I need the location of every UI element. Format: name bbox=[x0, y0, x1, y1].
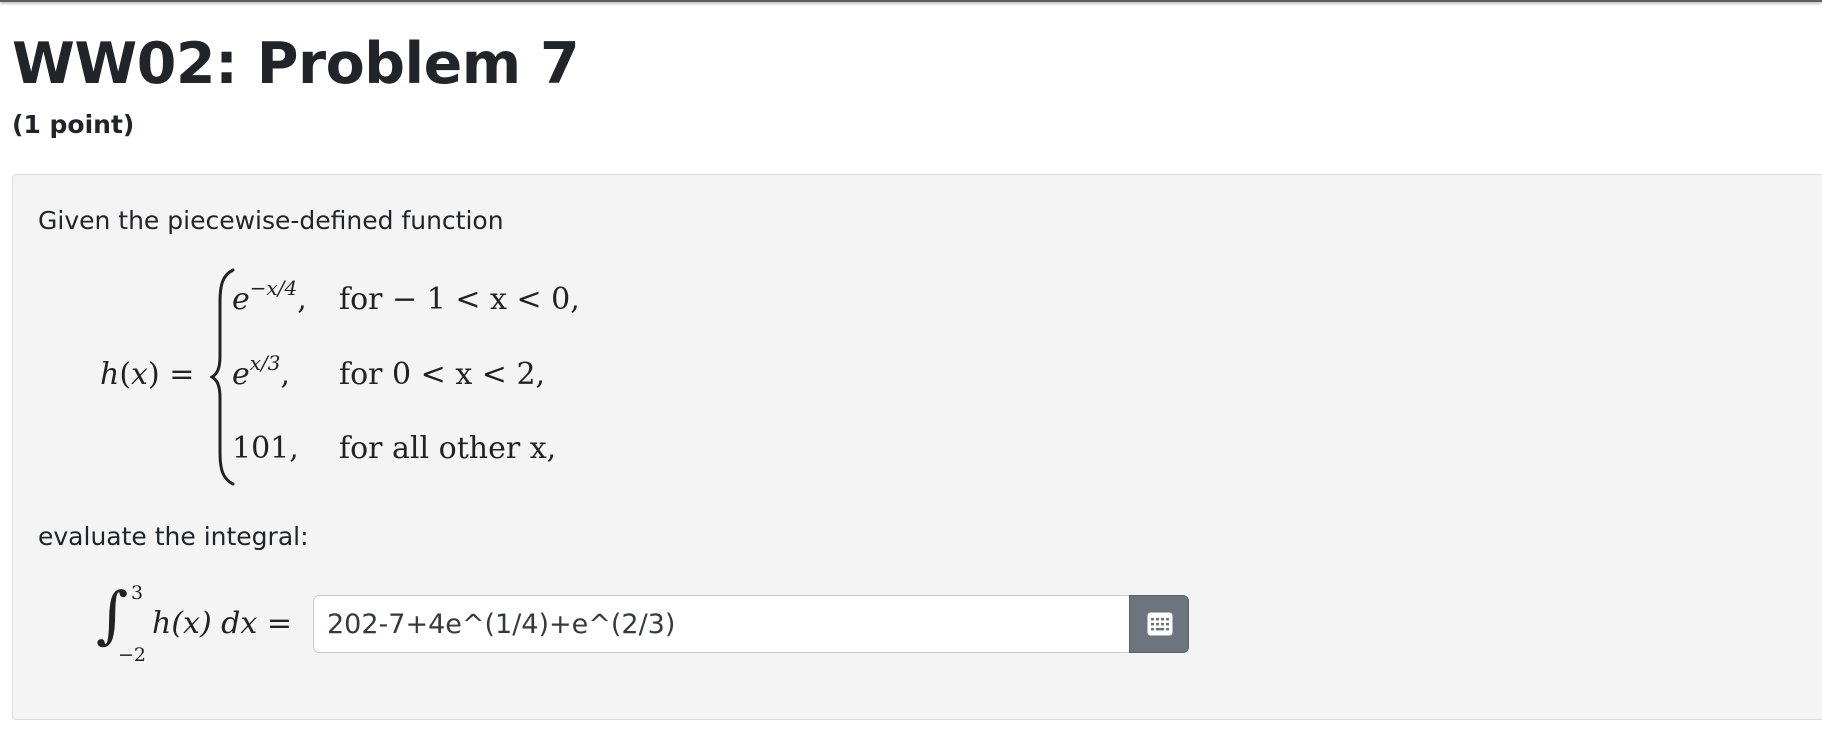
answer-input[interactable] bbox=[313, 595, 1129, 653]
piece-2-value: ex/3, bbox=[232, 351, 291, 392]
integral-lower-limit: −2 bbox=[118, 644, 147, 666]
piece-3-condition: for all other x, bbox=[339, 431, 557, 466]
piece-1-value: e−x/4, bbox=[232, 276, 307, 317]
points-label: (1 point) bbox=[12, 110, 135, 139]
piece-3-value: 101, bbox=[232, 431, 299, 466]
piece-2-condition: for 0 < x < 2, bbox=[339, 357, 546, 392]
top-bar bbox=[0, 0, 1822, 2]
integral-upper-limit: 3 bbox=[131, 582, 144, 604]
intro-text: Given the piecewise-defined function bbox=[38, 206, 504, 235]
keypad-icon bbox=[1147, 612, 1173, 636]
instruction-text: evaluate the integral: bbox=[38, 522, 309, 551]
integral-sign: ∫ bbox=[96, 578, 129, 651]
equation-editor-button[interactable] bbox=[1129, 595, 1189, 653]
piece-1-condition: for − 1 < x < 0, bbox=[339, 282, 580, 317]
function-lhs: h(x) = bbox=[100, 357, 195, 392]
problem-title: WW02: Problem 7 bbox=[12, 31, 580, 97]
integral-integrand: h(x) dx = bbox=[152, 606, 292, 641]
